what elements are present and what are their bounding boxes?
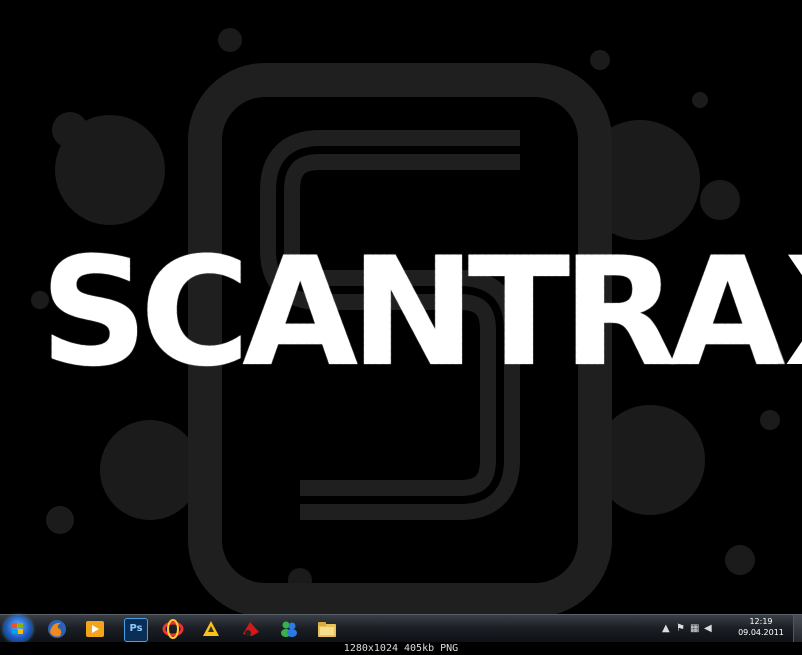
desktop: SCANTRA XX xyxy=(0,0,802,614)
logo-grungy-text: SCANTRA xyxy=(40,226,786,400)
app-red-icon[interactable] xyxy=(240,618,262,640)
wallpaper-logo: SCANTRA XX xyxy=(40,238,802,388)
network-icon[interactable]: ▦ xyxy=(690,623,699,634)
winamp-icon[interactable] xyxy=(200,618,222,640)
clock-date: 09.04.2011 xyxy=(738,628,784,637)
app-swirl-icon[interactable] xyxy=(162,618,184,640)
clock[interactable]: 12:19 09.04.2011 xyxy=(736,616,786,638)
flag-icon[interactable]: ⚑ xyxy=(676,623,685,634)
volume-icon[interactable]: ◀ xyxy=(704,623,712,634)
system-tray: ▲ ⚑ ▦ ◀ 12:19 09.04.2011 xyxy=(662,615,792,643)
clock-time: 12:19 xyxy=(749,617,773,626)
show-desktop-button[interactable] xyxy=(793,615,802,643)
explorer-folder-icon[interactable] xyxy=(316,618,338,640)
taskbar: Ps ▲ ⚑ ▦ ◀ 12:19 09.04.2011 xyxy=(0,614,802,643)
messenger-icon[interactable] xyxy=(278,618,300,640)
firefox-icon[interactable] xyxy=(46,618,68,640)
logo-solid-text: XX xyxy=(784,238,802,388)
chevron-up-icon[interactable]: ▲ xyxy=(662,623,670,634)
photoshop-label: Ps xyxy=(129,623,143,634)
photoshop-icon[interactable]: Ps xyxy=(124,618,148,642)
image-info-caption: 1280x1024 405kb PNG xyxy=(0,642,802,655)
start-button[interactable] xyxy=(4,616,32,642)
media-player-icon[interactable] xyxy=(84,618,106,640)
windows-logo-icon xyxy=(12,623,24,635)
